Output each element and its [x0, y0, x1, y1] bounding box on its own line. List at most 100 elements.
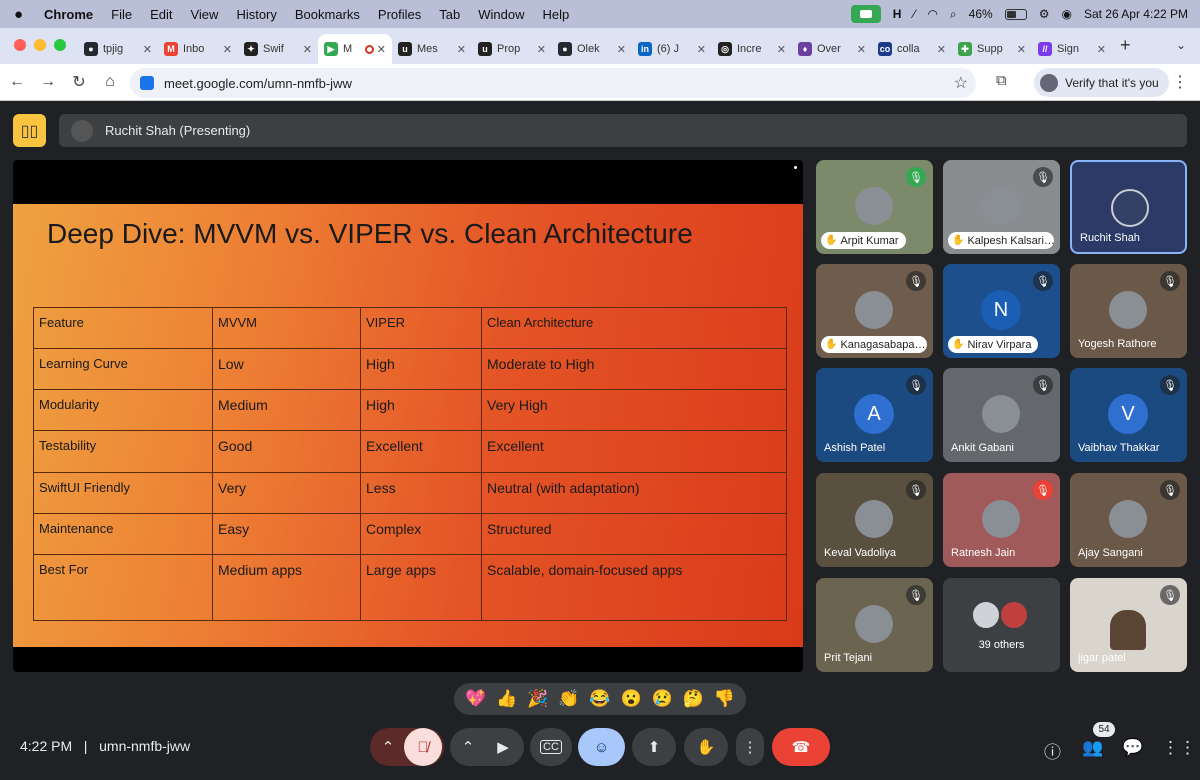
menu-help[interactable]: Help [543, 7, 570, 22]
minimize-window-button[interactable] [34, 39, 46, 51]
emoji-reactions-button[interactable]: ☺ [578, 728, 625, 766]
reaction-emoji-button[interactable]: 👍 [496, 689, 517, 709]
new-tab-button[interactable]: + [1120, 35, 1131, 56]
close-tab-icon[interactable]: ✕ [1017, 43, 1026, 56]
participant-tile[interactable]: 🎙 Ankit Gabani [943, 368, 1060, 462]
menu-profiles[interactable]: Profiles [378, 7, 421, 22]
browser-tab[interactable]: ✦ Swif ✕ [238, 34, 318, 64]
participant-tile[interactable]: 🎙 ✋ Kalpesh Kalsari… [943, 160, 1060, 254]
activities-panel-icon[interactable]: ▯▯ [13, 114, 46, 147]
camera-button[interactable]: ▶ [484, 738, 522, 756]
forward-button[interactable]: → [34, 73, 62, 91]
participant-tile[interactable]: Ruchit Shah [1070, 160, 1187, 254]
spotlight-search-icon[interactable]: ⌕ [950, 7, 957, 22]
menu-app[interactable]: Chrome [44, 7, 93, 22]
browser-tab[interactable]: u Prop ✕ [472, 34, 552, 64]
participant-tile[interactable]: N 🎙 ✋ Nirav Virpara [943, 264, 1060, 358]
reaction-emoji-button[interactable]: 👎 [714, 689, 735, 709]
mic-off-button[interactable]: 🎙̸ [404, 728, 442, 766]
browser-tab[interactable]: ◎ Incre ✕ [712, 34, 792, 64]
menu-edit[interactable]: Edit [150, 7, 172, 22]
participant-tile[interactable]: 🎙 ✋ Kanagasabapa… [816, 264, 933, 358]
chrome-menu-icon[interactable]: ⋮ [1172, 72, 1188, 92]
browser-tab[interactable]: ✚ Supp ✕ [952, 34, 1032, 64]
bookmark-star-icon[interactable]: ☆ [954, 73, 968, 93]
reaction-emoji-button[interactable]: 😂 [589, 689, 610, 709]
reaction-emoji-button[interactable]: 🎉 [527, 689, 548, 709]
browser-tab[interactable]: in (6) J ✕ [632, 34, 712, 64]
participant-tile[interactable]: 🎙 Ratnesh Jain [943, 473, 1060, 567]
menu-window[interactable]: Window [478, 7, 524, 22]
activities-grid-icon[interactable]: ⋮⋮ [1162, 738, 1196, 758]
site-info-icon[interactable] [140, 76, 154, 90]
meeting-info-icon[interactable]: ⓘ [1044, 738, 1061, 763]
browser-tab[interactable]: co colla ✕ [872, 34, 952, 64]
menu-view[interactable]: View [190, 7, 218, 22]
extensions-icon[interactable]: ⧉ [996, 72, 1007, 89]
reload-button[interactable]: ↻ [65, 72, 93, 92]
close-tab-icon[interactable]: ✕ [697, 43, 706, 56]
close-tab-icon[interactable]: ✕ [617, 43, 626, 56]
close-tab-icon[interactable]: ✕ [537, 43, 546, 56]
present-screen-button[interactable]: ⬆ [632, 728, 676, 766]
reaction-emoji-button[interactable]: 😢 [652, 689, 673, 709]
leave-call-button[interactable]: ☎ [772, 728, 830, 766]
participant-tile[interactable]: 🎙 Ajay Sangani [1070, 473, 1187, 567]
control-center-icon[interactable]: ⚙ [1039, 7, 1050, 21]
apple-icon[interactable]: ● [14, 6, 34, 23]
browser-tab[interactable]: ● Olek ✕ [552, 34, 632, 64]
camera-in-use-icon[interactable] [850, 5, 881, 23]
participant-tile[interactable]: A 🎙 Ashish Patel [816, 368, 933, 462]
reaction-emoji-button[interactable]: 🤔 [683, 689, 704, 709]
raise-hand-button[interactable]: ✋ [684, 728, 728, 766]
wifi-icon[interactable]: ◠ [927, 7, 937, 21]
battery-icon[interactable] [1004, 8, 1027, 20]
hypothesis-icon[interactable]: H [893, 7, 902, 21]
browser-tab[interactable]: // Sign ✕ [1032, 34, 1112, 64]
participant-tile[interactable]: 39 others [943, 578, 1060, 672]
browser-tab[interactable]: M Inbo ✕ [158, 34, 238, 64]
menu-clock[interactable]: Sat 26 Apr 4:22 PM [1084, 7, 1188, 21]
close-tab-icon[interactable]: ✕ [857, 43, 866, 56]
home-button[interactable]: ⌂ [96, 73, 124, 91]
people-icon[interactable]: 👥 [1082, 738, 1103, 758]
participant-tile[interactable]: 🎙 Prit Tejani [816, 578, 933, 672]
browser-tab[interactable]: u Mes ✕ [392, 34, 472, 64]
presentation-stage[interactable]: Deep Dive: MVVM vs. VIPER vs. Clean Arch… [13, 160, 803, 672]
close-tab-icon[interactable]: ✕ [777, 43, 786, 56]
video-settings-chevron-icon[interactable]: ⌃ [452, 738, 484, 756]
close-tab-icon[interactable]: ✕ [937, 43, 946, 56]
browser-tab[interactable]: ♦ Over ✕ [792, 34, 872, 64]
browser-tab[interactable]: ▶ M ✕ [318, 34, 392, 64]
slash-icon[interactable]: ⁄ [913, 7, 915, 21]
verify-identity-button[interactable]: Verify that it's you [1034, 68, 1169, 97]
menu-bookmarks[interactable]: Bookmarks [295, 7, 360, 22]
menu-history[interactable]: History [236, 7, 276, 22]
close-tab-icon[interactable]: ✕ [303, 43, 312, 56]
url-text[interactable]: meet.google.com/umn-nmfb-jww [164, 76, 352, 91]
menu-tab[interactable]: Tab [439, 7, 460, 22]
close-tab-icon[interactable]: ✕ [143, 43, 152, 56]
participant-tile[interactable]: 🎙 Yogesh Rathore [1070, 264, 1187, 358]
close-window-button[interactable] [14, 39, 26, 51]
reaction-emoji-button[interactable]: 😮 [621, 689, 642, 709]
close-tab-icon[interactable]: ✕ [457, 43, 466, 56]
zoom-window-button[interactable] [54, 39, 66, 51]
participant-tile[interactable]: 🎙 ✋ Arpit Kumar [816, 160, 933, 254]
close-tab-icon[interactable]: ✕ [223, 43, 232, 56]
chat-icon[interactable]: 💬 [1122, 738, 1143, 758]
audio-settings-chevron-icon[interactable]: ⌃ [372, 738, 404, 756]
close-tab-icon[interactable]: ✕ [377, 43, 386, 56]
back-button[interactable]: ← [3, 73, 31, 91]
tab-search-icon[interactable]: ⌄ [1176, 38, 1186, 52]
participant-tile[interactable]: V 🎙 Vaibhav Thakkar [1070, 368, 1187, 462]
reaction-emoji-button[interactable]: 👏 [558, 689, 579, 709]
address-bar[interactable]: meet.google.com/umn-nmfb-jww ☆ [130, 68, 976, 98]
more-options-button[interactable]: ⋮ [736, 728, 764, 766]
captions-button[interactable]: CC [530, 728, 572, 766]
browser-tab[interactable]: ● tpjig ✕ [78, 34, 158, 64]
participant-tile[interactable]: 🎙 Keval Vadoliya [816, 473, 933, 567]
close-tab-icon[interactable]: ✕ [1097, 43, 1106, 56]
menu-file[interactable]: File [111, 7, 132, 22]
siri-icon[interactable]: ◉ [1061, 7, 1071, 21]
